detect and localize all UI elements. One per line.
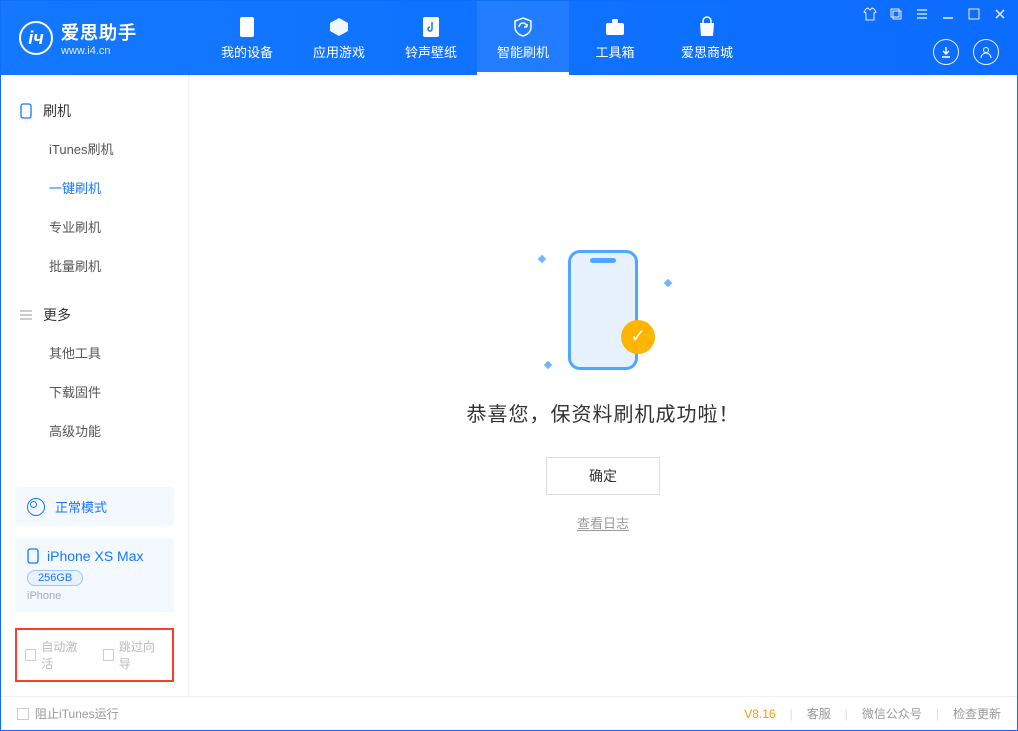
- app-name: 爱思助手: [61, 19, 137, 45]
- ok-button[interactable]: 确定: [546, 457, 660, 495]
- nav-store[interactable]: 爱思商城: [661, 1, 753, 75]
- sidebar-item-itunes-flash[interactable]: iTunes刷机: [1, 129, 188, 168]
- nav-label: 我的设备: [221, 42, 273, 61]
- nav-ringtones[interactable]: 铃声壁纸: [385, 1, 477, 75]
- device-box[interactable]: iPhone XS Max 256GB iPhone: [15, 538, 174, 612]
- mode-icon: [27, 498, 45, 516]
- highlighted-checkbox-row: 自动激活 跳过向导: [15, 628, 174, 682]
- download-icon[interactable]: [933, 39, 959, 65]
- bag-icon: [696, 16, 718, 38]
- app-window: iч 爱思助手 www.i4.cn 我的设备 应用游戏 铃声壁纸 智能刷机: [0, 0, 1018, 731]
- version-label: V8.16: [744, 707, 775, 721]
- titlebar: iч 爱思助手 www.i4.cn 我的设备 应用游戏 铃声壁纸 智能刷机: [1, 1, 1017, 75]
- nav-label: 铃声壁纸: [405, 42, 457, 61]
- checkbox-label: 阻止iTunes运行: [35, 705, 119, 722]
- support-link[interactable]: 客服: [807, 705, 831, 722]
- cube-icon: [328, 16, 350, 38]
- checkbox-block-itunes[interactable]: 阻止iTunes运行: [17, 705, 119, 722]
- refresh-shield-icon: [512, 16, 534, 38]
- success-illustration: ✓: [533, 240, 673, 380]
- success-message: 恭喜您，保资料刷机成功啦！: [467, 398, 740, 427]
- menu-icon[interactable]: [915, 7, 929, 21]
- nav-label: 爱思商城: [681, 42, 733, 61]
- shirt-icon[interactable]: [863, 7, 877, 21]
- checkbox-label: 自动激活: [41, 638, 86, 672]
- window-controls: [863, 7, 1007, 21]
- checkbox-auto-activate[interactable]: 自动激活: [25, 638, 87, 672]
- logo-area[interactable]: iч 爱思助手 www.i4.cn: [1, 19, 201, 57]
- phone-illustration-icon: [568, 250, 638, 370]
- nav-apps[interactable]: 应用游戏: [293, 1, 385, 75]
- checkbox-icon: [103, 649, 114, 661]
- minimize-icon[interactable]: [941, 7, 955, 21]
- phone-small-icon: [27, 548, 39, 564]
- music-file-icon: [420, 16, 442, 38]
- main-content: ✓ 恭喜您，保资料刷机成功啦！ 确定 查看日志: [189, 75, 1017, 696]
- section-flash: 刷机: [1, 93, 188, 129]
- sidebar-item-onekey-flash[interactable]: 一键刷机: [1, 168, 188, 207]
- device-icon: [19, 104, 33, 118]
- device-type: iPhone: [27, 590, 162, 602]
- nav-flash[interactable]: 智能刷机: [477, 1, 569, 75]
- nav-label: 工具箱: [595, 42, 634, 61]
- sidebar-item-download-firmware[interactable]: 下载固件: [1, 372, 188, 411]
- storage-badge: 256GB: [27, 570, 83, 586]
- logo-text: 爱思助手 www.i4.cn: [61, 19, 137, 57]
- nav-label: 应用游戏: [313, 42, 365, 61]
- sidebar-item-advanced[interactable]: 高级功能: [1, 411, 188, 450]
- checkmark-badge-icon: ✓: [621, 320, 655, 354]
- maximize-icon[interactable]: [967, 7, 981, 21]
- logo-icon: iч: [19, 21, 53, 55]
- section-title: 刷机: [43, 101, 71, 121]
- nav-my-device[interactable]: 我的设备: [201, 1, 293, 75]
- app-url: www.i4.cn: [61, 45, 137, 57]
- close-icon[interactable]: [993, 7, 1007, 21]
- user-icons: [933, 39, 999, 65]
- nav-toolbox[interactable]: 工具箱: [569, 1, 661, 75]
- mode-label: 正常模式: [55, 497, 107, 516]
- checkbox-skip-guide[interactable]: 跳过向导: [103, 638, 165, 672]
- user-icon[interactable]: [973, 39, 999, 65]
- phone-icon: [236, 16, 258, 38]
- footer: 阻止iTunes运行 V8.16 | 客服 | 微信公众号 | 检查更新: [1, 696, 1017, 730]
- sidebar-item-pro-flash[interactable]: 专业刷机: [1, 207, 188, 246]
- checkbox-label: 跳过向导: [119, 638, 164, 672]
- sidebar-item-batch-flash[interactable]: 批量刷机: [1, 246, 188, 285]
- checkbox-icon: [25, 649, 36, 661]
- main-nav: 我的设备 应用游戏 铃声壁纸 智能刷机 工具箱 爱思商城: [201, 1, 753, 75]
- body: 刷机 iTunes刷机 一键刷机 专业刷机 批量刷机 更多 其他工具 下载固件 …: [1, 75, 1017, 696]
- view-log-link[interactable]: 查看日志: [577, 513, 629, 532]
- sidebar-item-other-tools[interactable]: 其他工具: [1, 333, 188, 372]
- sidebar: 刷机 iTunes刷机 一键刷机 专业刷机 批量刷机 更多 其他工具 下载固件 …: [1, 75, 189, 696]
- section-more: 更多: [1, 297, 188, 333]
- check-update-link[interactable]: 检查更新: [953, 705, 1001, 722]
- mode-box[interactable]: 正常模式: [15, 487, 174, 526]
- checkbox-icon: [17, 708, 29, 720]
- list-icon: [19, 308, 33, 322]
- device-name: iPhone XS Max: [47, 548, 144, 564]
- nav-label: 智能刷机: [497, 42, 549, 61]
- wechat-link[interactable]: 微信公众号: [862, 705, 922, 722]
- section-title: 更多: [43, 305, 71, 325]
- toolbox-icon: [604, 16, 626, 38]
- layers-icon[interactable]: [889, 7, 903, 21]
